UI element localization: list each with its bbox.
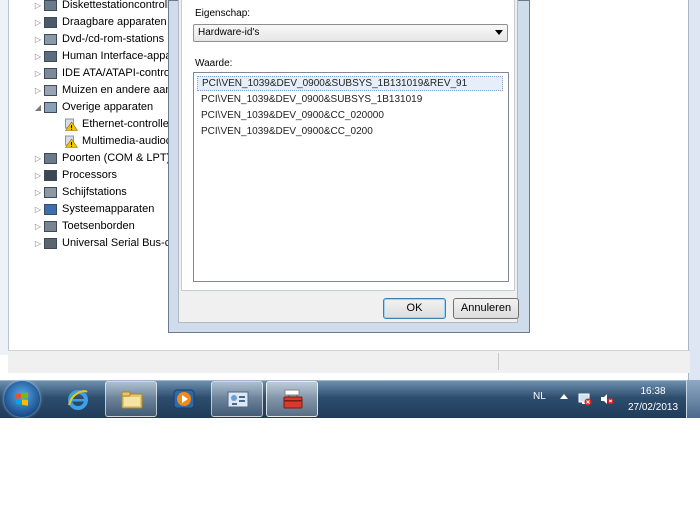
value-list-item[interactable]: PCI\VEN_1039&DEV_0900&CC_0200 bbox=[197, 124, 503, 139]
dvd-drive-icon bbox=[44, 34, 57, 45]
clock-date[interactable]: 27/02/2013 bbox=[626, 402, 680, 413]
tree-item-label: Overige apparaten bbox=[62, 101, 154, 113]
tree-expand-icon[interactable]: ▷ bbox=[34, 167, 42, 184]
value-list-item[interactable]: PCI\VEN_1039&DEV_0900&SUBSYS_1B131019&RE… bbox=[197, 76, 503, 91]
tree-item-label: Poorten (COM & LPT) bbox=[62, 152, 171, 164]
tree-item-label: Ethernet-controller bbox=[82, 118, 173, 130]
chevron-down-icon bbox=[495, 30, 503, 35]
tree-expand-icon[interactable]: ▷ bbox=[34, 48, 42, 65]
volume-muted-icon[interactable] bbox=[600, 393, 614, 405]
tree-item[interactable]: ▷ Poorten (COM & LPT) bbox=[32, 150, 177, 167]
tree-item[interactable]: ▷ Universal Serial Bus-co bbox=[32, 235, 177, 252]
explorer-folder-icon bbox=[121, 391, 143, 409]
tree-item[interactable]: ▷ IDE ATA/ATAPI-contro bbox=[32, 65, 177, 82]
tree-expand-icon[interactable]: ▷ bbox=[34, 184, 42, 201]
tree-item-label: Multimedia-audioc bbox=[82, 135, 172, 147]
taskbar-device-manager[interactable] bbox=[211, 381, 263, 417]
window-frame-left bbox=[0, 0, 9, 355]
tree-expand-icon[interactable]: ▷ bbox=[34, 218, 42, 235]
hid-icon bbox=[44, 51, 57, 62]
language-indicator[interactable]: NL bbox=[533, 391, 546, 402]
tree-expand-icon[interactable]: ▷ bbox=[34, 31, 42, 48]
tree-item-label: Dvd-/cd-rom-stations bbox=[62, 33, 165, 45]
system-device-icon bbox=[44, 204, 57, 215]
taskbar-internet-explorer[interactable] bbox=[52, 381, 104, 417]
tree-item[interactable]: Ethernet-controller bbox=[32, 116, 177, 133]
device-tree: ▷ Diskettestationcontroll ▷ Draagbare appar… bbox=[32, 0, 177, 260]
tree-item-label: IDE ATA/ATAPI-contro bbox=[62, 67, 170, 79]
status-bar bbox=[8, 350, 690, 373]
tree-item-label: Human Interface-appa bbox=[62, 50, 172, 62]
port-icon bbox=[44, 153, 57, 164]
tree-item[interactable]: ▷ Systeemapparaten bbox=[32, 201, 177, 218]
internet-explorer-icon bbox=[68, 390, 88, 410]
tree-item[interactable]: ▷ Dvd-/cd-rom-stations bbox=[32, 31, 177, 48]
show-desktop-button[interactable] bbox=[686, 380, 700, 418]
tree-item-label: Systeemapparaten bbox=[62, 203, 155, 215]
tree-item[interactable]: ▷ Schijfstations bbox=[32, 184, 177, 201]
windows-logo-icon bbox=[16, 392, 28, 406]
tree-item-label: Draagbare apparaten bbox=[62, 16, 167, 28]
tree-item[interactable]: Multimedia-audioc bbox=[32, 133, 177, 150]
warning-icon bbox=[65, 118, 78, 131]
clock-time[interactable]: 16:38 bbox=[628, 386, 678, 397]
tree-item-label: Toetsenborden bbox=[62, 220, 135, 232]
tree-expand-icon[interactable]: ▷ bbox=[34, 65, 42, 82]
tree-item-label: Schijfstations bbox=[62, 186, 127, 198]
tree-expand-icon[interactable]: ▷ bbox=[34, 201, 42, 218]
mouse-icon bbox=[44, 85, 57, 96]
show-hidden-icons-icon[interactable] bbox=[560, 394, 568, 399]
tree-item-label: Processors bbox=[62, 169, 118, 181]
tree-item-label: Universal Serial Bus-co bbox=[62, 237, 177, 249]
property-label: Eigenschap: bbox=[195, 8, 251, 19]
warning-icon bbox=[65, 135, 78, 148]
status-bar-divider bbox=[498, 353, 499, 370]
tree-item[interactable]: ▷ Processors bbox=[32, 167, 177, 184]
processor-icon bbox=[44, 170, 57, 181]
tree-expand-icon[interactable]: ▷ bbox=[34, 14, 42, 31]
value-label: Waarde: bbox=[195, 58, 233, 69]
tree-item[interactable]: ▷ Human Interface-appa bbox=[32, 48, 177, 65]
scrollbar[interactable] bbox=[688, 0, 700, 380]
tree-expand-icon[interactable]: ▷ bbox=[34, 150, 42, 167]
tree-item-label: Diskettestationcontroll bbox=[62, 0, 170, 11]
device-manager-icon bbox=[227, 391, 249, 408]
cancel-button[interactable]: Annuleren bbox=[453, 298, 519, 319]
taskbar-toolbox[interactable] bbox=[266, 381, 318, 417]
other-devices-icon bbox=[44, 102, 57, 113]
portable-device-icon bbox=[44, 17, 57, 28]
tree-item-label: Muizen en andere aanv bbox=[62, 84, 177, 96]
tree-expand-icon[interactable]: ▷ bbox=[34, 235, 42, 252]
ide-controller-icon bbox=[44, 68, 57, 79]
keyboard-icon bbox=[44, 221, 57, 232]
tree-expand-icon[interactable]: ▷ bbox=[34, 0, 42, 14]
tree-item[interactable]: ▷ Muizen en andere aanv bbox=[32, 82, 177, 99]
tree-item[interactable]: ▷ Draagbare apparaten bbox=[32, 14, 177, 31]
tree-expand-icon[interactable]: ▷ bbox=[34, 82, 42, 99]
property-select-value: Hardware-id's bbox=[198, 27, 260, 38]
tree-item[interactable]: ◢ Overige apparaten bbox=[32, 99, 177, 116]
floppy-controller-icon bbox=[44, 0, 57, 11]
taskbar-media-player[interactable] bbox=[158, 381, 210, 417]
media-player-icon bbox=[173, 389, 195, 409]
taskbar-explorer[interactable] bbox=[105, 381, 157, 417]
tree-item[interactable]: ▷ Toetsenborden bbox=[32, 218, 177, 235]
tree-item[interactable]: ▷ Diskettestationcontroll bbox=[32, 0, 177, 14]
property-select[interactable]: Hardware-id's bbox=[193, 24, 508, 42]
value-list-item[interactable]: PCI\VEN_1039&DEV_0900&SUBSYS_1B131019 bbox=[197, 92, 503, 107]
value-list-item[interactable]: PCI\VEN_1039&DEV_0900&CC_020000 bbox=[197, 108, 503, 123]
toolbox-icon bbox=[283, 389, 303, 409]
ok-button[interactable]: OK bbox=[383, 298, 446, 319]
network-status-icon[interactable] bbox=[578, 392, 592, 406]
value-listbox[interactable]: PCI\VEN_1039&DEV_0900&SUBSYS_1B131019&RE… bbox=[193, 72, 509, 282]
usb-icon bbox=[44, 238, 57, 249]
tree-collapse-icon[interactable]: ◢ bbox=[34, 99, 42, 116]
disk-drive-icon bbox=[44, 187, 57, 198]
